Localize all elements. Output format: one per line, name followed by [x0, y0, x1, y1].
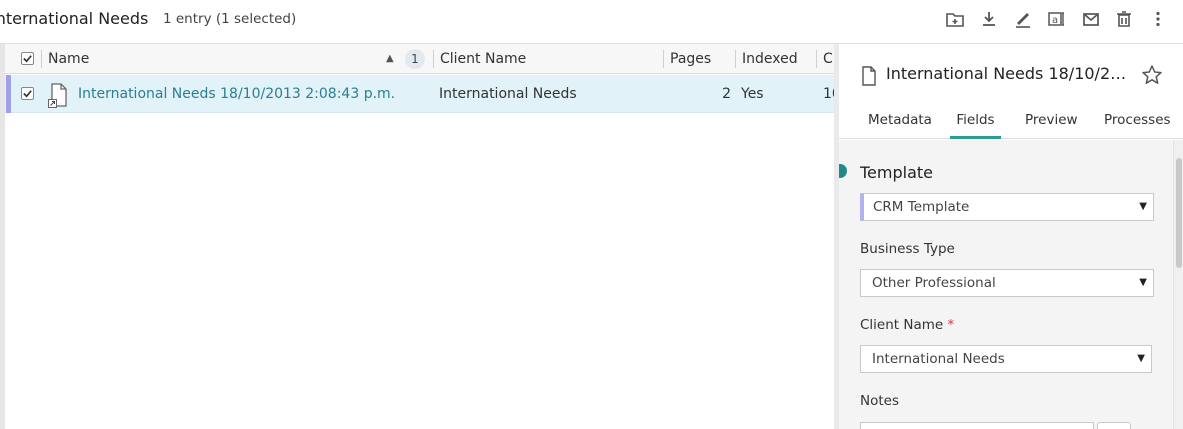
- business-type-label: Business Type: [860, 241, 955, 257]
- required-marker: *: [947, 317, 955, 333]
- delete-icon[interactable]: [1113, 8, 1135, 30]
- form-scrollbar[interactable]: [1173, 140, 1183, 429]
- chevron-down-icon: ▼: [1139, 201, 1147, 212]
- document-icon: [862, 66, 876, 86]
- page-title: International Needs: [0, 9, 149, 28]
- notes-field[interactable]: [860, 422, 1094, 429]
- grid-header: Name ▲ 1 Client Name Pages Indexed C: [5, 44, 834, 74]
- column-header-extra[interactable]: C: [823, 44, 834, 74]
- ocr-icon[interactable]: a: [1046, 8, 1068, 30]
- panel-tabs: Metadata Fields Preview Processes: [839, 104, 1183, 139]
- tab-fields[interactable]: Fields: [950, 104, 1001, 139]
- business-type-select[interactable]: Other Professional ▼: [860, 269, 1154, 297]
- chevron-down-icon: ▼: [1139, 277, 1147, 288]
- svg-text:a: a: [1052, 15, 1058, 26]
- row-client-name: International Needs: [439, 86, 577, 102]
- row-extra: 10: [823, 86, 834, 102]
- scrollbar-thumb[interactable]: [1176, 158, 1182, 268]
- chevron-down-icon: ▼: [1137, 353, 1145, 364]
- new-folder-icon[interactable]: [944, 8, 966, 30]
- column-header-pages[interactable]: Pages: [670, 44, 730, 74]
- client-name-label: Client Name *: [860, 317, 954, 333]
- sign-icon[interactable]: [1012, 8, 1034, 30]
- tab-metadata[interactable]: Metadata: [868, 104, 932, 139]
- row-selection-marker: [6, 75, 11, 113]
- client-name-value: International Needs: [872, 351, 1005, 367]
- section-marker: [839, 164, 847, 178]
- select-all-checkbox[interactable]: [21, 52, 34, 65]
- notes-expand-button[interactable]: [1097, 422, 1131, 429]
- sort-order-badge: 1: [405, 49, 425, 69]
- column-header-indexed[interactable]: Indexed: [742, 44, 812, 74]
- column-header-client-name[interactable]: Client Name: [440, 44, 640, 74]
- tab-preview[interactable]: Preview: [1025, 104, 1078, 139]
- toolbar: International Needs 1 entry (1 selected)…: [0, 0, 1183, 44]
- row-pages: 2: [722, 86, 731, 102]
- template-heading: Template: [860, 163, 934, 182]
- template-select[interactable]: CRM Template ▼: [860, 193, 1154, 221]
- row-indexed: Yes: [741, 86, 764, 102]
- column-header-name[interactable]: Name: [48, 44, 228, 74]
- template-select-value: CRM Template: [873, 199, 970, 215]
- notes-label: Notes: [860, 393, 899, 409]
- panel-title: International Needs 18/10/2013 2:08:43 p…: [886, 64, 1136, 83]
- row-name-link[interactable]: International Needs 18/10/2013 2:08:43 p…: [78, 75, 423, 113]
- tab-processes[interactable]: Processes: [1104, 104, 1171, 139]
- table-row[interactable]: International Needs 18/10/2013 2:08:43 p…: [5, 75, 834, 113]
- fields-form: Template CRM Template ▼ Business Type Ot…: [839, 140, 1173, 429]
- email-icon[interactable]: [1080, 8, 1102, 30]
- client-name-select[interactable]: International Needs ▼: [860, 345, 1152, 373]
- star-icon[interactable]: [1141, 64, 1163, 86]
- business-type-value: Other Professional: [872, 275, 996, 291]
- document-grid: Name ▲ 1 Client Name Pages Indexed C Int…: [0, 44, 834, 429]
- document-shortcut-icon: [48, 83, 67, 108]
- row-checkbox[interactable]: [21, 87, 34, 100]
- entry-count: 1 entry (1 selected): [163, 11, 297, 27]
- sort-ascending-icon[interactable]: ▲: [386, 44, 394, 74]
- client-name-label-text: Client Name: [860, 317, 944, 333]
- download-icon[interactable]: [978, 8, 1000, 30]
- more-vertical-icon[interactable]: [1147, 8, 1169, 30]
- details-panel: International Needs 18/10/2013 2:08:43 p…: [839, 44, 1183, 429]
